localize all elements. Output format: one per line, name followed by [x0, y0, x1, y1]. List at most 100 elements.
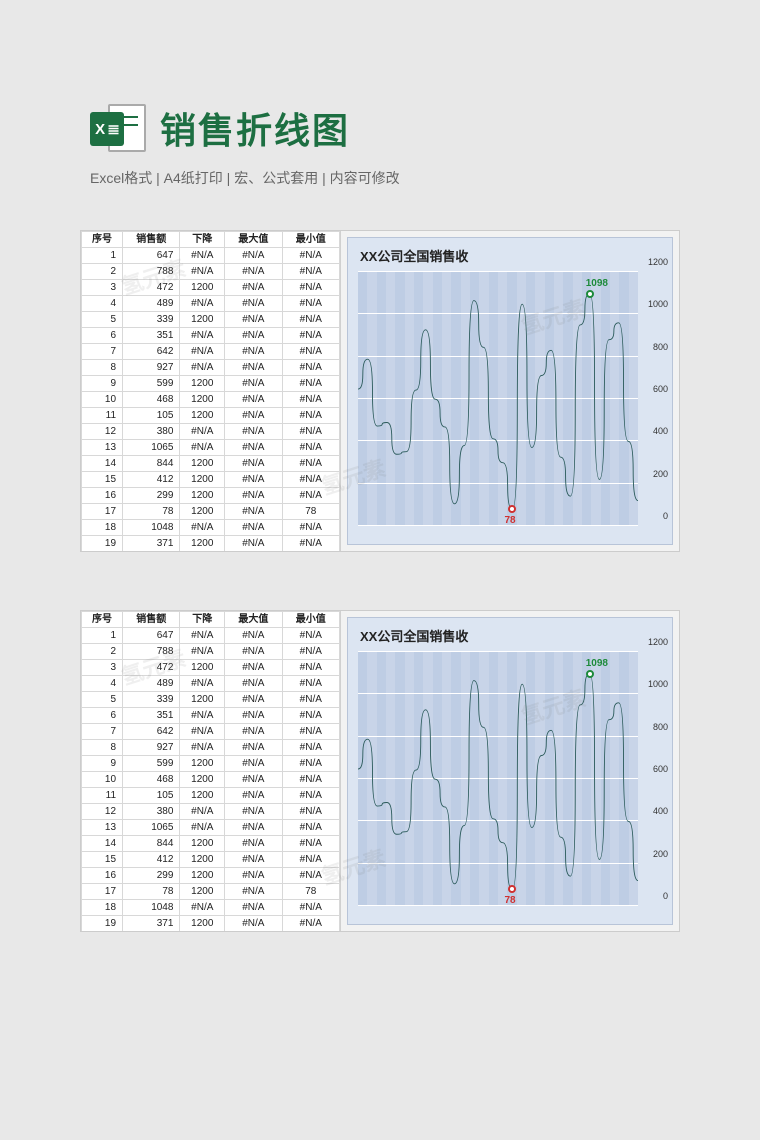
- cell: 1200: [180, 280, 225, 296]
- cell: 371: [123, 916, 180, 932]
- cell: #N/A: [225, 344, 282, 360]
- col-header: 下降: [180, 232, 225, 248]
- cell: #N/A: [225, 440, 282, 456]
- table-row: 17781200#N/A78: [82, 884, 340, 900]
- cell: 11: [82, 788, 123, 804]
- cell: 6: [82, 328, 123, 344]
- cell: #N/A: [180, 264, 225, 280]
- cell: #N/A: [282, 836, 339, 852]
- cell: 299: [123, 868, 180, 884]
- cell: #N/A: [282, 264, 339, 280]
- cell: #N/A: [282, 692, 339, 708]
- cell: #N/A: [225, 868, 282, 884]
- cell: 299: [123, 488, 180, 504]
- cell: #N/A: [225, 328, 282, 344]
- cell: 4: [82, 676, 123, 692]
- table-row: 12380#N/A#N/A#N/A: [82, 804, 340, 820]
- table-row: 2788#N/A#N/A#N/A: [82, 264, 340, 280]
- cell: 647: [123, 248, 180, 264]
- cell: #N/A: [180, 644, 225, 660]
- cell: #N/A: [282, 376, 339, 392]
- cell: #N/A: [225, 852, 282, 868]
- chart-title: XX公司全国销售收: [360, 626, 468, 645]
- cell: #N/A: [180, 628, 225, 644]
- chart-min-point: [508, 505, 516, 513]
- cell: 599: [123, 376, 180, 392]
- cell: 599: [123, 756, 180, 772]
- cell: #N/A: [282, 740, 339, 756]
- cell: #N/A: [282, 708, 339, 724]
- chart-min-label: 78: [504, 895, 515, 906]
- cell: #N/A: [225, 264, 282, 280]
- table-row: 12380#N/A#N/A#N/A: [82, 424, 340, 440]
- cell: #N/A: [282, 392, 339, 408]
- cell: 1200: [180, 756, 225, 772]
- chart-title: XX公司全国销售收: [360, 246, 468, 265]
- cell: #N/A: [180, 424, 225, 440]
- cell: #N/A: [180, 740, 225, 756]
- cell: 1200: [180, 660, 225, 676]
- cell: 1200: [180, 884, 225, 900]
- cell: 844: [123, 836, 180, 852]
- cell: 489: [123, 676, 180, 692]
- cell: 844: [123, 456, 180, 472]
- cell: 1200: [180, 472, 225, 488]
- line-series: [358, 272, 638, 526]
- table-row: 8927#N/A#N/A#N/A: [82, 360, 340, 376]
- cell: 468: [123, 392, 180, 408]
- table-row: 4489#N/A#N/A#N/A: [82, 676, 340, 692]
- cell: 1200: [180, 392, 225, 408]
- cell: 14: [82, 836, 123, 852]
- cell: 788: [123, 264, 180, 280]
- cell: #N/A: [225, 836, 282, 852]
- cell: #N/A: [282, 520, 339, 536]
- cell: #N/A: [225, 376, 282, 392]
- cell: #N/A: [282, 868, 339, 884]
- cell: 1200: [180, 868, 225, 884]
- y-axis-ticks: 020040060080010001200: [640, 272, 668, 526]
- cell: 105: [123, 408, 180, 424]
- cell: #N/A: [282, 536, 339, 552]
- cell: #N/A: [282, 296, 339, 312]
- cell: 15: [82, 472, 123, 488]
- table-row: 34721200#N/A#N/A: [82, 660, 340, 676]
- chart-area: XX公司全国销售收109878020040060080010001200: [341, 611, 679, 931]
- data-table: 序号销售额下降最大值最小值1647#N/A#N/A#N/A2788#N/A#N/…: [81, 231, 340, 551]
- excel-icon: X ≣: [90, 100, 146, 156]
- cell: #N/A: [180, 520, 225, 536]
- cell: 8: [82, 740, 123, 756]
- cell: 78: [282, 504, 339, 520]
- cell: #N/A: [282, 408, 339, 424]
- cell: 1200: [180, 916, 225, 932]
- cell: 10: [82, 772, 123, 788]
- cell: #N/A: [282, 900, 339, 916]
- cell: #N/A: [225, 740, 282, 756]
- table-row: 148441200#N/A#N/A: [82, 836, 340, 852]
- table-row: 131065#N/A#N/A#N/A: [82, 820, 340, 836]
- preview-panel-1: 序号销售额下降最大值最小值1647#N/A#N/A#N/A2788#N/A#N/…: [80, 230, 680, 552]
- table-row: 162991200#N/A#N/A: [82, 488, 340, 504]
- cell: 1200: [180, 488, 225, 504]
- cell: #N/A: [180, 360, 225, 376]
- cell: #N/A: [282, 804, 339, 820]
- cell: 4: [82, 296, 123, 312]
- cell: 1065: [123, 440, 180, 456]
- cell: 17: [82, 884, 123, 900]
- table-row: 181048#N/A#N/A#N/A: [82, 520, 340, 536]
- cell: 1200: [180, 836, 225, 852]
- cell: #N/A: [282, 676, 339, 692]
- cell: 351: [123, 328, 180, 344]
- table-row: 154121200#N/A#N/A: [82, 472, 340, 488]
- cell: 15: [82, 852, 123, 868]
- cell: #N/A: [225, 456, 282, 472]
- cell: #N/A: [282, 756, 339, 772]
- cell: 371: [123, 536, 180, 552]
- cell: #N/A: [282, 440, 339, 456]
- cell: 2: [82, 264, 123, 280]
- cell: 18: [82, 900, 123, 916]
- y-axis-ticks: 020040060080010001200: [640, 652, 668, 906]
- table-row: 162991200#N/A#N/A: [82, 868, 340, 884]
- cell: 1200: [180, 788, 225, 804]
- cell: 1200: [180, 504, 225, 520]
- cell: #N/A: [282, 280, 339, 296]
